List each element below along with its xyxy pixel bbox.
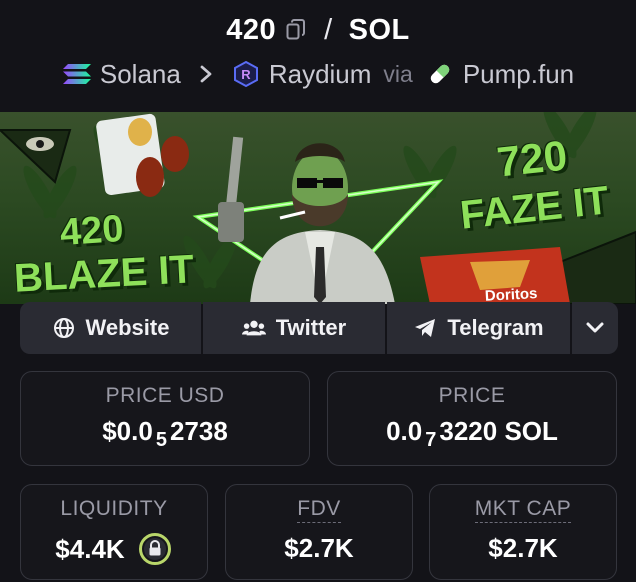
raydium-logo-icon: R bbox=[231, 59, 261, 89]
chain-name[interactable]: Solana bbox=[100, 59, 181, 90]
price-sol-card: PRICE 0.0 7 3220 SOL bbox=[327, 371, 617, 466]
banner-text-blaze-it: BLAZE IT bbox=[12, 247, 196, 301]
market-cap-value: $2.7K bbox=[488, 533, 558, 563]
fdv-label[interactable]: FDV bbox=[297, 497, 341, 523]
website-button[interactable]: Website bbox=[20, 302, 201, 354]
price-sol-digits: 3220 SOL bbox=[439, 416, 558, 446]
liquidity-value-row: $4.4K bbox=[55, 531, 172, 567]
solana-logo-icon bbox=[62, 59, 92, 89]
telegram-label: Telegram bbox=[447, 315, 544, 340]
price-usd-card: PRICE USD $0.0 5 2738 bbox=[20, 371, 310, 466]
price-usd-digits: 2738 bbox=[169, 416, 228, 446]
more-links-button[interactable] bbox=[572, 302, 618, 354]
website-label: Website bbox=[85, 315, 170, 340]
launchpad-name[interactable]: Pump.fun bbox=[463, 59, 574, 90]
dex-name[interactable]: Raydium bbox=[269, 59, 372, 90]
pair-separator: / bbox=[324, 13, 333, 46]
fdv-card: FDV $2.7K bbox=[225, 484, 413, 580]
market-cap-card: MKT CAP $2.7K bbox=[429, 484, 617, 580]
social-links-bar: Website Twitter Telegram bbox=[20, 302, 618, 354]
liquidity-card: LIQUIDITY $4.4K bbox=[20, 484, 208, 580]
price-sol-prefix: 0.0 bbox=[386, 416, 423, 446]
price-sol-value: 0.0 7 3220 SOL bbox=[386, 416, 558, 451]
price-sol-zero-count: 7 bbox=[425, 429, 437, 451]
price-usd-value: $0.0 5 2738 bbox=[102, 416, 228, 451]
users-icon bbox=[241, 316, 266, 340]
liquidity-value: $4.4K bbox=[55, 533, 125, 564]
price-usd-prefix: $0.0 bbox=[102, 416, 153, 446]
copy-icon[interactable] bbox=[284, 18, 308, 42]
banner-text-420: 420 bbox=[58, 207, 125, 255]
lock-icon[interactable] bbox=[137, 531, 173, 567]
token-symbol: 420 bbox=[226, 13, 277, 46]
price-sol-label: PRICE bbox=[438, 384, 506, 407]
globe-icon bbox=[52, 316, 76, 340]
price-usd-zero-count: 5 bbox=[155, 429, 167, 451]
twitter-label: Twitter bbox=[275, 315, 347, 340]
fdv-value: $2.7K bbox=[284, 533, 354, 563]
banner-text-720: 720 bbox=[494, 131, 570, 186]
quote-symbol: SOL bbox=[348, 13, 410, 46]
liquidity-label: LIQUIDITY bbox=[60, 497, 168, 520]
market-cap-label[interactable]: MKT CAP bbox=[474, 497, 572, 523]
chevron-right-icon bbox=[195, 63, 217, 85]
pair-title: 420 / SOL bbox=[0, 12, 636, 48]
price-usd-label: PRICE USD bbox=[105, 384, 225, 407]
twitter-button[interactable]: Twitter bbox=[203, 302, 385, 354]
pill-icon bbox=[425, 59, 455, 89]
telegram-button[interactable]: Telegram bbox=[387, 302, 570, 354]
paper-plane-icon bbox=[413, 316, 437, 340]
svg-text:R: R bbox=[241, 67, 251, 82]
chevron-down-icon bbox=[583, 316, 607, 340]
breadcrumb: Solana R Raydium via Pump.fun bbox=[0, 56, 636, 92]
via-label: via bbox=[383, 60, 413, 87]
